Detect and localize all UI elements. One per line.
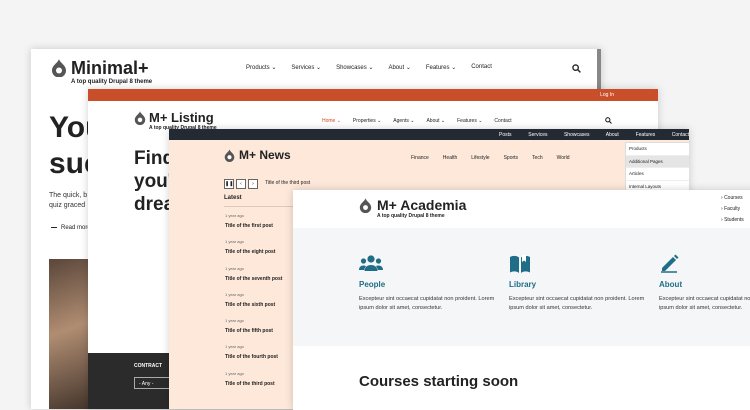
main-nav: Home ⌄ Properties ⌄ Agents ⌄ About ⌄ Fea… xyxy=(322,118,512,124)
academia-theme-window: M+ Academia A top quality Drupal 8 theme… xyxy=(293,190,750,410)
academia-logo[interactable]: M+ Academia A top quality Drupal 8 theme xyxy=(359,198,466,219)
top-nav-item[interactable]: About ⌄ xyxy=(606,132,624,144)
dropdown-label: Additional Pages xyxy=(629,158,663,164)
nav-item[interactable]: Products ⌄ xyxy=(246,64,276,71)
pencil-icon xyxy=(661,254,679,273)
logo-tagline: A top quality Drupal 8 theme xyxy=(377,213,445,219)
drupal-drop-icon xyxy=(134,111,146,125)
login-link[interactable]: Log In xyxy=(600,92,614,98)
feature-title[interactable]: People xyxy=(359,280,509,289)
side-nav-item[interactable]: › Students xyxy=(721,217,744,228)
hero-heading-line: you' xyxy=(134,171,173,192)
search-icon[interactable] xyxy=(605,117,612,124)
read-more-label: Read more xyxy=(61,225,91,231)
side-nav-label: Students xyxy=(724,217,744,223)
read-more-link[interactable]: Read more xyxy=(51,225,91,231)
nav-item[interactable]: Tech xyxy=(532,155,543,161)
hero-text: The quick, b quiz graced xyxy=(49,192,88,209)
contract-select[interactable]: - Any - xyxy=(134,377,174,389)
feature-about: About Excepteur sint occaecat cupidatat … xyxy=(659,254,750,313)
drupal-drop-icon xyxy=(224,149,235,162)
side-nav-item[interactable]: › Faculty xyxy=(721,206,744,217)
minimal-logo[interactable]: Minimal+ A top quality Drupal 8 theme xyxy=(51,59,152,85)
nav-item[interactable]: Services ⌄ xyxy=(291,64,321,71)
side-nav-label: Faculty xyxy=(724,206,741,212)
dash-icon xyxy=(51,226,57,228)
logo-tagline: A top quality Drupal 8 theme xyxy=(71,79,153,85)
ticker-controls: ❚❚ ‹ › xyxy=(224,179,258,189)
dropdown-item[interactable]: Products› xyxy=(626,143,689,156)
features-dropdown: Products› Additional Pages› Articles› In… xyxy=(625,142,689,194)
nav-item[interactable]: About ⌄ xyxy=(426,118,445,124)
pause-button[interactable]: ❚❚ xyxy=(224,179,234,189)
dropdown-label: Internal Layouts xyxy=(629,183,662,189)
nav-item[interactable]: Sports xyxy=(504,155,518,161)
feature-title[interactable]: Library xyxy=(509,280,659,289)
nav-item-home[interactable]: Home ⌄ xyxy=(322,118,341,124)
feature-people: People Excepteur sint occaecat cupidatat… xyxy=(359,254,509,313)
news-logo[interactable]: M+ News xyxy=(224,149,291,162)
feature-library: Library Excepteur sint occaecat cupidata… xyxy=(509,254,659,313)
nav-item[interactable]: Features ⌄ xyxy=(426,64,456,71)
logo-title: Minimal+ xyxy=(71,58,149,78)
drupal-drop-icon xyxy=(52,59,66,77)
top-nav-item[interactable]: Posts ⌄ xyxy=(499,132,516,144)
feature-text: Excepteur sint occaecat cupidatat non pr… xyxy=(359,296,495,311)
dropdown-label: Products xyxy=(629,146,647,151)
logo-title: M+ Listing xyxy=(149,110,214,125)
library-icon xyxy=(510,255,530,273)
contract-label: CONTRACT xyxy=(134,363,163,369)
top-bar xyxy=(88,89,658,101)
nav-item[interactable]: Contact xyxy=(471,64,492,71)
nav-item[interactable]: Agents ⌄ xyxy=(393,118,414,124)
feature-text: Excepteur sint occaecat cupidatat non pr… xyxy=(659,296,750,311)
dropdown-item-active[interactable]: Additional Pages› xyxy=(626,155,689,168)
drupal-drop-icon xyxy=(359,198,372,213)
feature-title[interactable]: About xyxy=(659,280,750,289)
next-button[interactable]: › xyxy=(248,179,258,189)
top-nav-item[interactable]: Showcases ⌄ xyxy=(564,132,594,144)
side-nav-label: Courses xyxy=(724,195,743,201)
scrollbar[interactable] xyxy=(597,49,601,91)
category-nav: Finance Health Lifestyle Sports Tech Wor… xyxy=(411,155,570,161)
side-nav: › Courses › Faculty › Students xyxy=(721,195,744,228)
divider xyxy=(224,206,294,207)
dropdown-label: Articles xyxy=(629,171,644,176)
top-nav-item[interactable]: Services ⌄ xyxy=(528,132,552,144)
nav-item[interactable]: Properties ⌄ xyxy=(353,118,381,124)
listing-logo[interactable]: M+ Listing A top quality Drupal 8 theme xyxy=(134,111,217,131)
side-nav-item[interactable]: › Courses xyxy=(721,195,744,206)
feature-text: Excepteur sint occaecat cupidatat non pr… xyxy=(509,296,645,311)
latest-heading: Latest xyxy=(224,195,242,201)
nav-item[interactable]: World xyxy=(557,155,570,161)
nav-item[interactable]: Showcases ⌄ xyxy=(336,64,373,71)
nav-item[interactable]: Health xyxy=(443,155,457,161)
nav-item[interactable]: Contact xyxy=(494,118,511,124)
dropdown-item[interactable]: Articles› xyxy=(626,168,689,181)
nav-item[interactable]: Finance xyxy=(411,155,429,161)
courses-heading: Courses starting soon xyxy=(359,373,519,390)
prev-button[interactable]: ‹ xyxy=(236,179,246,189)
logo-title: M+ Academia xyxy=(377,197,467,213)
search-icon[interactable] xyxy=(572,64,581,73)
nav-item[interactable]: Lifestyle xyxy=(471,155,489,161)
logo-title: M+ News xyxy=(239,148,291,162)
people-icon xyxy=(359,255,383,271)
nav-item[interactable]: Features ⌄ xyxy=(457,118,482,124)
main-nav: Products ⌄ Services ⌄ Showcases ⌄ About … xyxy=(246,64,492,71)
nav-item[interactable]: About ⌄ xyxy=(388,64,410,71)
ticker-text[interactable]: Title of the third post xyxy=(265,180,310,186)
